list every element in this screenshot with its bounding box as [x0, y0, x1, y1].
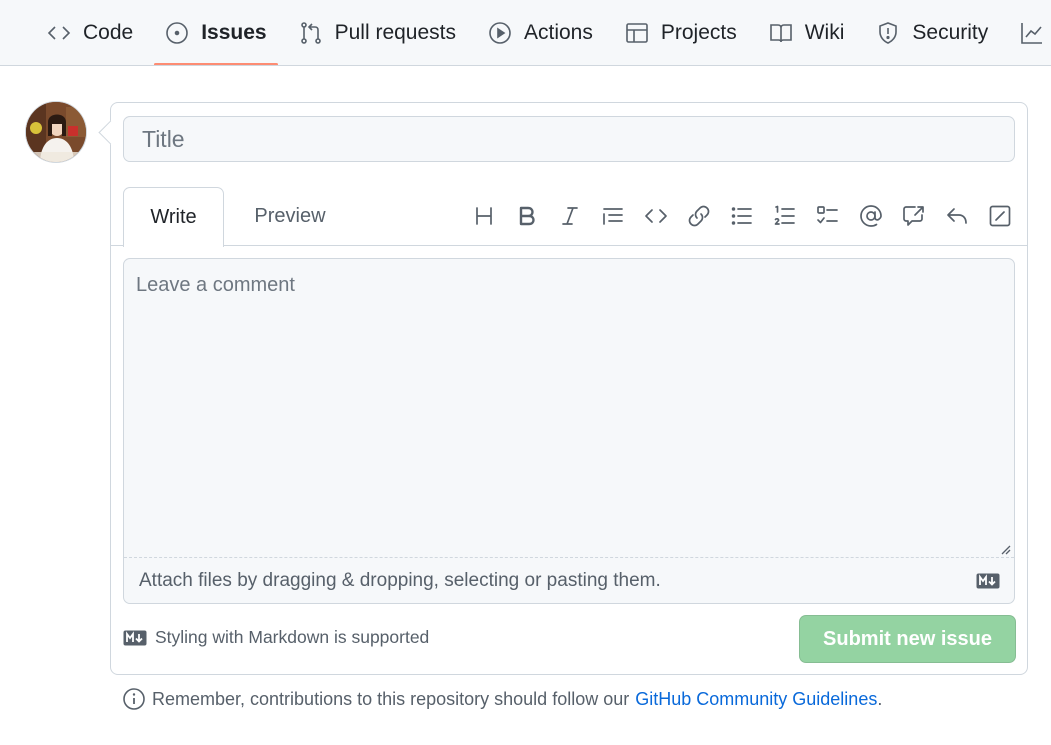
issue-opened-icon: [166, 21, 189, 44]
code-button[interactable]: [634, 199, 677, 233]
tab-code[interactable]: Code: [36, 0, 144, 65]
info-icon: [123, 688, 145, 710]
submit-new-issue-button[interactable]: Submit new issue: [799, 615, 1016, 663]
shield-icon: [879, 21, 898, 44]
saved-reply-button[interactable]: [935, 199, 978, 233]
tab-actions[interactable]: Actions: [477, 0, 604, 65]
heading-icon: [475, 207, 492, 225]
tab-security-label: Security: [912, 20, 989, 44]
table-icon: [626, 22, 648, 43]
attach-files-bar[interactable]: Attach files by dragging & dropping, sel…: [124, 557, 1014, 603]
graph-icon: [1021, 22, 1043, 44]
contribution-guidelines-note: Remember, contributions to this reposito…: [122, 687, 882, 711]
markdown-icon: [123, 630, 147, 645]
tab-projects-label: Projects: [660, 20, 737, 44]
slash-command-icon: [989, 205, 1010, 227]
slash-command-button[interactable]: [978, 199, 1021, 233]
tab-pull-requests-label: Pull requests: [334, 20, 456, 44]
markdown-icon: [976, 573, 1000, 588]
bold-icon: [519, 206, 535, 226]
link-icon: [688, 205, 709, 227]
editor-tabbar: Write Preview: [111, 187, 1027, 247]
tab-code-label: Code: [83, 20, 134, 44]
tab-issues[interactable]: Issues: [154, 0, 278, 65]
task-list-button[interactable]: [806, 199, 849, 233]
community-guidelines-link[interactable]: GitHub Community Guidelines: [635, 689, 877, 710]
markdown-support-text: Styling with Markdown is supported: [155, 627, 430, 647]
git-pull-request-icon: [300, 21, 321, 44]
tab-issues-label: Issues: [201, 20, 267, 44]
tab-wiki[interactable]: Wiki: [758, 0, 856, 65]
mention-button[interactable]: [849, 199, 892, 233]
markdown-support-note[interactable]: Styling with Markdown is supported: [123, 627, 429, 648]
tab-actions-label: Actions: [524, 20, 593, 44]
bold-button[interactable]: [505, 199, 548, 233]
tab-write[interactable]: Write: [123, 187, 224, 247]
unordered-list-icon: [731, 207, 752, 225]
quote-button[interactable]: [591, 199, 634, 233]
link-button[interactable]: [677, 199, 720, 233]
quote-icon: [602, 208, 623, 225]
saved-reply-icon: [946, 208, 967, 224]
tab-pull-requests[interactable]: Pull requests: [288, 0, 467, 65]
new-issue-form: Write Preview: [110, 102, 1028, 675]
cross-reference-icon: [902, 206, 924, 226]
footer-text: Remember, contributions to this reposito…: [152, 688, 630, 709]
tab-preview[interactable]: Preview: [239, 187, 341, 246]
italic-icon: [561, 207, 578, 225]
tab-projects[interactable]: Projects: [614, 0, 748, 65]
cross-reference-button[interactable]: [892, 199, 935, 233]
avatar-image: [26, 102, 86, 162]
task-list-icon: [816, 206, 838, 224]
heading-button[interactable]: [462, 199, 505, 233]
italic-button[interactable]: [548, 199, 591, 233]
comment-box: Attach files by dragging & dropping, sel…: [123, 258, 1015, 604]
play-icon: [489, 21, 511, 44]
title-input[interactable]: [123, 116, 1015, 162]
ordered-list-button[interactable]: [763, 199, 806, 233]
unordered-list-button[interactable]: [720, 199, 763, 233]
avatar[interactable]: [25, 101, 87, 163]
ordered-list-icon: [774, 205, 795, 225]
markdown-toolbar: [462, 199, 1021, 233]
tab-security[interactable]: Security: [865, 0, 999, 65]
tab-wiki-label: Wiki: [804, 20, 845, 44]
code-icon: [47, 25, 71, 40]
comment-textarea[interactable]: [124, 259, 1014, 557]
footer-period: .: [877, 688, 883, 709]
mention-icon: [859, 205, 882, 227]
code-icon: [644, 209, 667, 223]
attach-files-text: Attach files by dragging & dropping, sel…: [139, 569, 661, 591]
book-icon: [769, 23, 792, 42]
repo-nav: Code Issues Pull requests Actions Projec…: [0, 0, 1051, 66]
tab-insights[interactable]: [1009, 0, 1044, 65]
resize-grip-icon[interactable]: [999, 543, 1011, 555]
